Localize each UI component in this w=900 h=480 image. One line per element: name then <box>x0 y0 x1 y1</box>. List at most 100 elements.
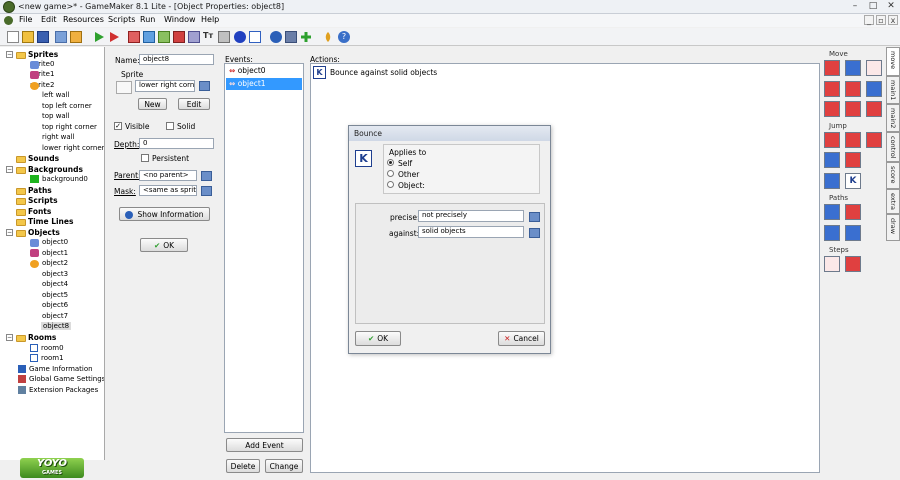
tree-item-left-wall[interactable]: left wall <box>42 91 69 99</box>
menu-window[interactable]: Window <box>164 15 196 24</box>
parent-field[interactable]: <no parent> <box>139 170 197 181</box>
add-path-icon[interactable] <box>173 31 185 43</box>
add-object-icon[interactable] <box>234 31 246 43</box>
action-bounce[interactable]: Bounce against solid objects <box>330 68 437 77</box>
mask-field[interactable]: <same as sprite> <box>139 185 197 196</box>
mask-menu-icon[interactable] <box>201 186 212 196</box>
tree-folder-sprites[interactable]: Sprites <box>16 50 58 59</box>
tree-item-global-game-settings[interactable]: Global Game Settings <box>18 375 104 383</box>
sprite-field[interactable]: lower right corner <box>135 80 195 92</box>
event-row-object1[interactable]: ⇔ object1 <box>226 78 302 90</box>
collapse-toggle-icon[interactable]: − <box>6 166 13 173</box>
menu-run[interactable]: Run <box>140 15 155 24</box>
debug-game-icon[interactable] <box>108 31 120 43</box>
tree-folder-scripts[interactable]: Scripts <box>16 196 58 205</box>
persistent-checkbox[interactable] <box>141 154 149 162</box>
menu-scripts[interactable]: Scripts <box>108 15 135 24</box>
tree-item-object4[interactable]: object4 <box>42 280 68 288</box>
tree-item-object0[interactable]: object0 <box>42 238 68 246</box>
maximize-button[interactable]: □ <box>864 0 882 14</box>
publish-icon[interactable] <box>70 31 82 43</box>
dialog-cancel-button[interactable]: ✕ Cancel <box>498 331 545 346</box>
precise-menu-icon[interactable] <box>529 212 540 222</box>
sprite-menu-icon[interactable] <box>199 81 210 91</box>
bounce-action-icon[interactable]: K <box>845 173 861 189</box>
collapse-toggle-icon[interactable]: − <box>6 334 13 341</box>
tree-item-top-left-corner[interactable]: top left corner <box>42 102 92 110</box>
solid-checkbox[interactable] <box>166 122 174 130</box>
dialog-ok-button[interactable]: ✔ OK <box>355 331 401 346</box>
tree-folder-objects[interactable]: Objects <box>16 228 60 237</box>
tree-item-object7[interactable]: object7 <box>42 312 68 320</box>
save-icon[interactable] <box>37 31 49 43</box>
wrap-screen-icon[interactable] <box>845 152 861 168</box>
speed-vertical-icon[interactable] <box>845 81 861 97</box>
close-button[interactable]: ✕ <box>882 0 900 14</box>
set-path-icon[interactable] <box>824 204 840 220</box>
move-towards-icon[interactable] <box>866 60 882 76</box>
run-game-icon[interactable] <box>93 31 105 43</box>
collapse-toggle-icon[interactable]: − <box>6 51 13 58</box>
applies-other-radio[interactable] <box>387 170 394 177</box>
against-menu-icon[interactable] <box>529 228 540 238</box>
set-friction-icon[interactable] <box>866 101 882 117</box>
tab-extra[interactable]: extra <box>886 189 900 214</box>
path-speed-icon[interactable] <box>845 225 861 241</box>
add-sprite-icon[interactable] <box>128 31 140 43</box>
add-sound-icon[interactable] <box>143 31 155 43</box>
tree-item-object3[interactable]: object3 <box>42 270 68 278</box>
move-to-contact-icon[interactable] <box>824 173 840 189</box>
show-information-button[interactable]: Show Information <box>119 207 210 221</box>
add-event-button[interactable]: Add Event <box>226 438 303 452</box>
applies-self-radio[interactable] <box>387 159 394 166</box>
tree-item-object1[interactable]: object1 <box>42 249 68 257</box>
edit-sprite-button[interactable]: Edit <box>178 98 210 110</box>
tree-folder-backgrounds[interactable]: Backgrounds <box>16 165 83 174</box>
tree-item-top-wall[interactable]: top wall <box>42 112 70 120</box>
tab-control[interactable]: control <box>886 132 900 162</box>
new-file-icon[interactable] <box>7 31 19 43</box>
tree-folder-sounds[interactable]: Sounds <box>16 154 59 163</box>
reverse-horizontal-icon[interactable] <box>824 101 840 117</box>
tab-move[interactable]: move <box>886 47 900 76</box>
tab-draw[interactable]: draw <box>886 214 900 241</box>
add-font-icon[interactable]: Tт <box>203 31 215 43</box>
jump-random-icon[interactable] <box>866 132 882 148</box>
new-sprite-button[interactable]: New <box>138 98 167 110</box>
minimize-button[interactable]: – <box>846 0 864 14</box>
tree-item-object2[interactable]: object2 <box>42 259 68 267</box>
mdi-restore-button[interactable]: ▫ <box>876 15 886 25</box>
tree-item-extension-packages[interactable]: Extension Packages <box>18 386 98 394</box>
tree-item-room1[interactable]: room1 <box>30 354 64 362</box>
menu-help[interactable]: Help <box>201 15 219 24</box>
tree-folder-rooms[interactable]: Rooms <box>16 333 56 342</box>
menu-file[interactable]: File <box>19 15 32 24</box>
menu-edit[interactable]: Edit <box>41 15 57 24</box>
tree-item-object5[interactable]: object5 <box>42 291 68 299</box>
mdi-close-button[interactable]: x <box>888 15 898 25</box>
jump-to-start-icon[interactable] <box>845 132 861 148</box>
move-free-icon[interactable] <box>845 60 861 76</box>
change-event-button[interactable]: Change <box>265 459 303 473</box>
align-to-grid-icon[interactable] <box>824 152 840 168</box>
visible-checkbox[interactable]: ✓ <box>114 122 122 130</box>
open-folder-icon[interactable] <box>22 31 34 43</box>
tree-item-lower-right-corner[interactable]: lower right corner <box>42 144 104 152</box>
tab-main2[interactable]: main2 <box>886 104 900 132</box>
step-avoiding-icon[interactable] <box>845 256 861 272</box>
depth-field[interactable]: 0 <box>139 138 214 149</box>
applies-object-radio[interactable] <box>387 181 394 188</box>
global-settings-icon[interactable] <box>285 31 297 43</box>
add-background-icon[interactable] <box>158 31 170 43</box>
against-field[interactable]: solid objects <box>418 226 524 238</box>
name-field[interactable]: object8 <box>139 54 214 65</box>
tab-main1[interactable]: main1 <box>886 76 900 104</box>
tree-folder-timelines[interactable]: Time Lines <box>16 217 73 226</box>
move-fixed-icon[interactable] <box>824 60 840 76</box>
parent-menu-icon[interactable] <box>201 171 212 181</box>
add-timeline-icon[interactable] <box>218 31 230 43</box>
reverse-vertical-icon[interactable] <box>845 101 861 117</box>
add-room-icon[interactable] <box>249 31 261 43</box>
delete-event-button[interactable]: Delete <box>226 459 260 473</box>
end-path-icon[interactable] <box>845 204 861 220</box>
